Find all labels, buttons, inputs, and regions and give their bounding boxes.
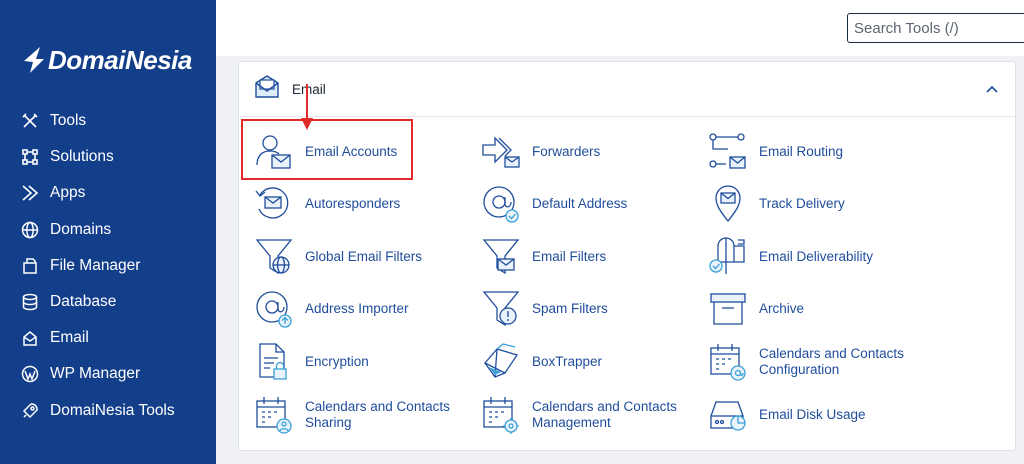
sidebar-item-domains[interactable]: Domains	[0, 212, 216, 248]
address-importer-icon	[254, 288, 294, 330]
apps-icon	[20, 183, 40, 203]
email-envelope-icon	[253, 73, 281, 106]
tool-label: BoxTrapper	[532, 353, 603, 369]
sidebar-item-label: Apps	[50, 184, 86, 202]
tool-encryption[interactable]: Encryption	[254, 341, 369, 383]
autoresponders-icon	[254, 183, 294, 225]
tool-label: Calendars and Contacts Sharing	[305, 398, 450, 431]
tool-boxtrapper[interactable]: BoxTrapper	[481, 341, 602, 383]
solutions-icon	[20, 147, 40, 167]
track-delivery-icon	[708, 183, 748, 225]
default-address-icon	[481, 183, 521, 225]
highlight-box	[241, 119, 413, 180]
sidebar-item-label: File Manager	[50, 256, 141, 274]
globe-icon	[20, 220, 40, 240]
sidebar-nav: Tools Solutions Apps Domains File Manage…	[0, 103, 216, 429]
chevron-up-icon[interactable]	[985, 82, 999, 96]
tool-calendars-contacts-management[interactable]: Calendars and Contacts Management	[481, 394, 692, 436]
email-disk-usage-icon	[708, 394, 748, 436]
tool-label: Encryption	[305, 353, 369, 369]
sidebar-item-label: Domains	[50, 220, 112, 238]
boxtrapper-icon	[481, 341, 521, 383]
calendar-configuration-icon	[708, 341, 748, 383]
sidebar-item-label: Solutions	[50, 148, 114, 166]
tool-default-address[interactable]: Default Address	[481, 183, 627, 225]
spam-filters-icon	[481, 288, 521, 330]
tool-label: Spam Filters	[532, 300, 608, 316]
sidebar-item-email[interactable]: Email	[0, 320, 216, 356]
tool-autoresponders[interactable]: Autoresponders	[254, 183, 400, 225]
sidebar-item-database[interactable]: Database	[0, 284, 216, 320]
tool-label: Calendars and Contacts Configuration	[759, 345, 904, 378]
tool-label: Calendars and Contacts Management	[532, 398, 677, 431]
file-manager-icon	[20, 256, 40, 276]
calendar-management-icon	[481, 394, 521, 436]
brand-name: DomaiNesia	[48, 44, 192, 75]
tool-archive[interactable]: Archive	[708, 288, 804, 330]
tool-email-routing[interactable]: Email Routing	[708, 131, 843, 173]
sidebar-item-label: Database	[50, 293, 117, 311]
sidebar-item-label: Email	[50, 329, 89, 347]
arrow-down-icon	[301, 84, 313, 130]
tool-email-filters[interactable]: Email Filters	[481, 236, 606, 278]
tool-spam-filters[interactable]: Spam Filters	[481, 288, 608, 330]
calendar-sharing-icon	[254, 394, 294, 436]
email-filters-icon	[481, 236, 521, 278]
tool-label: Global Email Filters	[305, 248, 423, 264]
tool-calendars-contacts-sharing[interactable]: Calendars and Contacts Sharing	[254, 394, 465, 436]
tool-label: Archive	[759, 300, 805, 316]
sidebar-item-tools[interactable]: Tools	[0, 103, 216, 139]
tool-email-disk-usage[interactable]: Email Disk Usage	[708, 394, 866, 436]
forwarders-icon	[481, 131, 521, 173]
wordpress-icon	[20, 364, 40, 384]
global-email-filters-icon	[254, 236, 294, 278]
tool-label: Address Importer	[305, 300, 409, 316]
tool-label: Email Disk Usage	[759, 406, 866, 422]
tool-track-delivery[interactable]: Track Delivery	[708, 183, 845, 225]
tool-global-email-filters[interactable]: Global Email Filters	[254, 236, 422, 278]
tool-forwarders[interactable]: Forwarders	[481, 131, 600, 173]
domainesia-logo[interactable]: DomaiNesia	[20, 40, 192, 80]
tool-label: Autoresponders	[305, 195, 401, 211]
tool-label: Default Address	[532, 195, 628, 211]
sidebar-item-label: Tools	[50, 112, 87, 130]
encryption-icon	[254, 341, 294, 383]
database-icon	[20, 292, 40, 312]
tool-label: Forwarders	[532, 143, 601, 159]
email-panel-header[interactable]: Email	[239, 62, 1015, 117]
tool-label: Email Deliverability	[759, 248, 874, 264]
email-deliverability-icon	[708, 236, 748, 278]
sidebar-item-file-manager[interactable]: File Manager	[0, 248, 216, 284]
tool-label: Email Filters	[532, 248, 607, 264]
archive-icon	[708, 288, 748, 330]
sidebar-item-wp-manager[interactable]: WP Manager	[0, 356, 216, 392]
tools-icon	[20, 111, 40, 131]
sidebar-item-apps[interactable]: Apps	[0, 175, 216, 211]
sidebar-item-solutions[interactable]: Solutions	[0, 139, 216, 175]
email-routing-icon	[708, 131, 748, 173]
email-icon	[20, 328, 40, 348]
sidebar: DomaiNesia Tools Solutions Apps Domains …	[0, 0, 216, 464]
sidebar-item-domainesia-tools[interactable]: DomaiNesia Tools	[0, 393, 216, 429]
sidebar-item-label: WP Manager	[50, 365, 141, 383]
tool-email-deliverability[interactable]: Email Deliverability	[708, 236, 873, 278]
search-tools-input[interactable]	[847, 13, 1024, 43]
tool-label: Track Delivery	[759, 195, 845, 211]
rocket-icon	[20, 401, 40, 421]
domainesia-logo-icon	[24, 47, 44, 73]
tool-calendars-contacts-configuration[interactable]: Calendars and Contacts Configuration	[708, 341, 919, 383]
tool-address-importer[interactable]: Address Importer	[254, 288, 409, 330]
sidebar-item-label: DomaiNesia Tools	[50, 401, 175, 419]
tool-label: Email Routing	[759, 143, 844, 159]
